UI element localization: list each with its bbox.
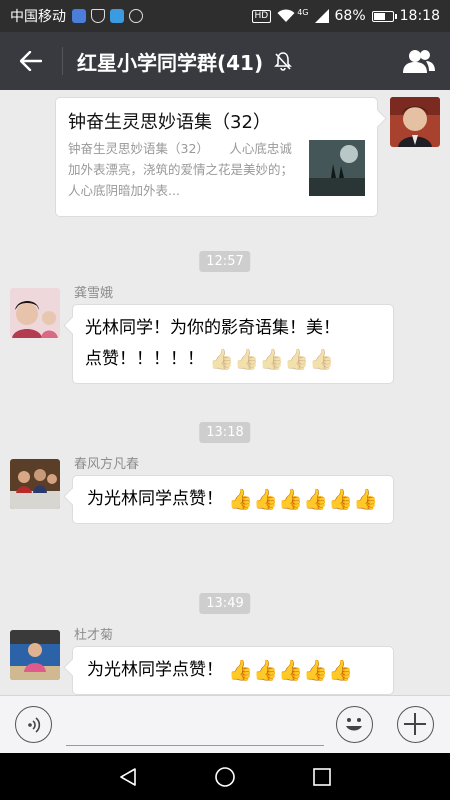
sender-avatar[interactable]: [10, 630, 60, 680]
message-row-shared-card: 钟奋生灵思妙语集（32） 钟奋生灵思妙语集（32） 人心底忠诚加外表漂亮，浇筑的…: [0, 90, 450, 225]
clock: 18:18: [399, 8, 440, 24]
chat-title: 红星小学同学群(41): [77, 50, 264, 75]
thumbs-up-emoji: 👍: [278, 487, 304, 511]
back-button[interactable]: [0, 32, 62, 90]
battery-icon: [371, 10, 397, 22]
signal-icon: [314, 9, 329, 23]
message-text-line: 光林同学！为你的影奇语集！美！: [85, 318, 340, 338]
network-type: 4G: [297, 7, 309, 17]
thumbs-up-emoji: 👍: [278, 658, 304, 682]
more-functions-button[interactable]: [397, 706, 434, 743]
nav-recents-button[interactable]: [307, 762, 337, 792]
voice-icon: [27, 716, 40, 733]
sender-name: 龚雪娥: [74, 286, 114, 301]
message-bubble[interactable]: 为光林同学点赞！ 👍👍👍👍👍: [72, 646, 394, 695]
thumbs-up-emoji: 👍: [352, 487, 378, 511]
system-navigation-bar: [0, 753, 450, 800]
emoji-icon: [346, 718, 362, 731]
thumbs-up-emoji: 👍: [228, 658, 254, 682]
message-input-bar: [0, 695, 450, 753]
telegram-notification-icon: [110, 9, 124, 23]
back-arrow-icon: [20, 51, 42, 71]
nav-home-button[interactable]: [210, 762, 240, 792]
shared-link-card[interactable]: 钟奋生灵思妙语集（32） 钟奋生灵思妙语集（32） 人心底忠诚加外表漂亮，浇筑的…: [55, 97, 378, 217]
message-text-input[interactable]: [66, 706, 324, 746]
message-row: 龚雪娥 光林同学！为你的影奇语集！美！ 点赞！！！！！ 👍👍👍👍👍: [0, 286, 450, 398]
chat-message-list[interactable]: 钟奋生灵思妙语集（32） 钟奋生灵思妙语集（32） 人心底忠诚加外表漂亮，浇筑的…: [0, 90, 450, 695]
hd-badge: HD: [251, 9, 272, 23]
timestamp-pill: 12:57: [199, 251, 251, 272]
battery-percent: 68%: [334, 8, 366, 24]
thumbs-up-emoji: 👍: [253, 658, 279, 682]
group-members-icon: [403, 50, 435, 73]
timestamp-pill: 13:49: [199, 593, 251, 614]
thumbs-up-emoji: 👍: [259, 347, 285, 371]
square-recents-icon: [312, 767, 331, 786]
mute-bell-icon: [273, 51, 293, 71]
message-row: 春风方凡春 为光林同学点赞！ 👍👍👍👍👍👍: [0, 457, 450, 569]
sender-name: 杜才菊: [74, 628, 114, 643]
battery-fill: [373, 12, 386, 20]
shared-card-title: 钟奋生灵思妙语集（32）: [68, 112, 271, 133]
camera-notification-icon: [129, 9, 143, 23]
sender-avatar[interactable]: [10, 459, 60, 509]
sender-name: 春风方凡春: [74, 457, 140, 472]
message-text: 为光林同学点赞！: [87, 489, 223, 509]
nav-back-button[interactable]: [113, 762, 143, 792]
shared-card-description: 钟奋生灵思妙语集（32） 人心底忠诚加外表漂亮，浇筑的爱情之花是美妙的；人心底阴…: [68, 141, 294, 198]
shared-card-thumbnail: [309, 140, 365, 196]
emoji-button[interactable]: [336, 706, 373, 743]
thumbs-up-emoji: 👍: [228, 487, 254, 511]
thumbs-up-emoji: 👍: [328, 658, 353, 682]
status-bar: 中国移动 HD 4G 68% 18:18: [0, 0, 450, 32]
plus-icon: [404, 713, 426, 735]
message-bubble[interactable]: 为光林同学点赞！ 👍👍👍👍👍👍: [72, 475, 394, 524]
message-text-line: 点赞！！！！！ 👍👍👍👍👍: [85, 344, 381, 375]
circle-home-icon: [215, 766, 235, 787]
message-text: 点赞！！！！！: [85, 349, 204, 369]
carrier-label: 中国移动: [10, 9, 66, 25]
thumbs-up-emoji: 👍: [234, 347, 260, 371]
thumbs-up-emoji: 👍: [303, 487, 329, 511]
wifi-icon: [277, 9, 295, 22]
group-members-button[interactable]: [388, 32, 450, 90]
thumbs-up-emoji: 👍: [284, 347, 310, 371]
thumbs-up-emoji: 👍: [309, 347, 334, 371]
chat-title-bar: 红星小学同学群(41): [0, 32, 450, 90]
shield-notification-icon: [91, 9, 105, 23]
message-bubble[interactable]: 光林同学！为你的影奇语集！美！ 点赞！！！！！ 👍👍👍👍👍: [72, 304, 394, 384]
voice-input-button[interactable]: [15, 706, 52, 743]
thumbs-up-emoji: 👍: [328, 487, 353, 511]
message-row: 杜才菊 为光林同学点赞！ 👍👍👍👍👍: [0, 628, 450, 695]
thumbs-up-emoji: 👍: [253, 487, 279, 511]
message-text: 为光林同学点赞！: [87, 660, 223, 680]
thumbs-up-emoji: 👍: [209, 347, 235, 371]
sender-avatar[interactable]: [10, 288, 60, 338]
thumbs-up-emoji: 👍: [303, 658, 329, 682]
my-avatar[interactable]: [390, 97, 440, 147]
app-notification-icon: [72, 9, 86, 23]
title-divider: [62, 47, 63, 75]
triangle-back-icon: [120, 767, 137, 786]
timestamp-pill: 13:18: [199, 422, 251, 443]
